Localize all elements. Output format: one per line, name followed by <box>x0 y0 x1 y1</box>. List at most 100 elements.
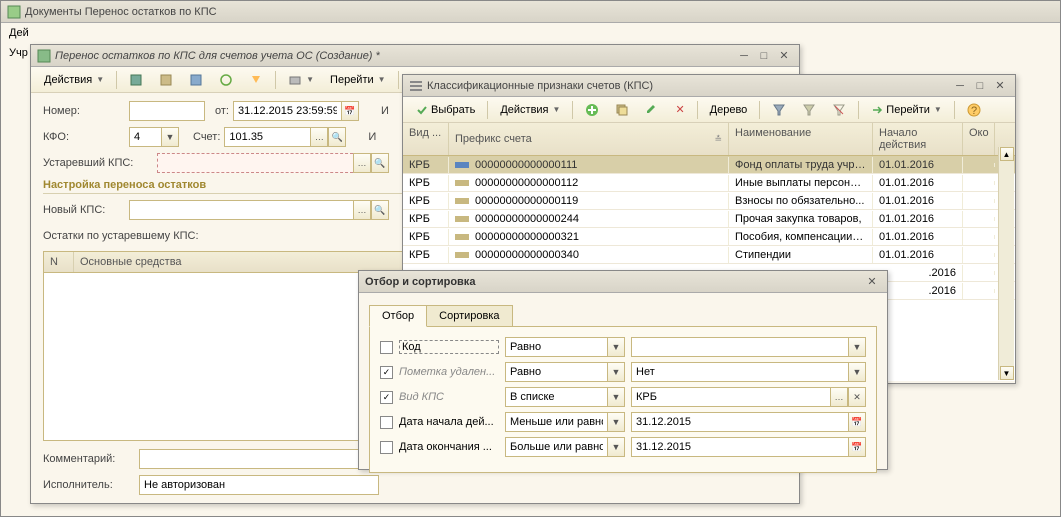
close-button[interactable]: ✕ <box>775 48 793 64</box>
filter-op-input[interactable] <box>505 362 607 382</box>
filter-op-dropdown[interactable]: ▼ <box>607 437 625 457</box>
tb-icon-1[interactable] <box>122 70 150 90</box>
minimize-button[interactable]: ─ <box>735 48 753 64</box>
edit-row-icon[interactable] <box>638 100 666 120</box>
filter-val-input[interactable] <box>631 412 848 432</box>
kfo-dropdown[interactable]: ▼ <box>161 127 179 147</box>
filter-field: Вид КПС <box>399 391 499 403</box>
kps-close[interactable]: ✕ <box>991 78 1009 94</box>
kfo-input[interactable] <box>129 127 161 147</box>
filter-val-calendar[interactable]: 📅 <box>848 437 866 457</box>
new-kps-select[interactable]: … <box>353 200 371 220</box>
filter-val-input[interactable] <box>631 437 848 457</box>
old-kps-open[interactable]: 🔍 <box>371 153 389 173</box>
refresh-icon[interactable] <box>212 70 240 90</box>
account-label: Счет: <box>193 131 220 143</box>
table-row[interactable]: КРБ00000000000000340Стипендии01.01.2016 <box>403 246 1015 264</box>
filter-op-dropdown[interactable]: ▼ <box>607 362 625 382</box>
tab-filter[interactable]: Отбор <box>369 305 427 327</box>
col-kind[interactable]: Вид ... <box>403 123 449 155</box>
account-select-button[interactable]: … <box>310 127 328 147</box>
filter-op-input[interactable] <box>505 437 607 457</box>
filter-titlebar: Отбор и сортировка ✕ <box>359 271 887 293</box>
account-input[interactable] <box>224 127 310 147</box>
kps-minimize[interactable]: ─ <box>951 78 969 94</box>
tb-icon-3[interactable] <box>182 70 210 90</box>
table-row[interactable]: КРБ00000000000000244Прочая закупка товар… <box>403 210 1015 228</box>
clear-filter-icon[interactable] <box>825 100 853 120</box>
doc-go-menu[interactable]: Перейти▼ <box>323 71 393 89</box>
tb-icon-2[interactable] <box>152 70 180 90</box>
filter-op-input[interactable] <box>505 387 607 407</box>
filter-val-input[interactable] <box>631 337 848 357</box>
cell-prefix: 00000000000000111 <box>449 157 729 173</box>
filter-op-input[interactable] <box>505 337 607 357</box>
add-icon[interactable] <box>578 100 606 120</box>
filter-op-dropdown[interactable]: ▼ <box>607 387 625 407</box>
filter-checkbox[interactable] <box>380 416 393 429</box>
cell-start: 01.01.2016 <box>873 247 963 263</box>
filter-checkbox[interactable] <box>380 441 393 454</box>
tree-button[interactable]: Дерево <box>703 101 755 119</box>
filter-close[interactable]: ✕ <box>863 274 881 290</box>
table-row[interactable]: КРБ00000000000000112Иные выплаты персона… <box>403 174 1015 192</box>
new-kps-input[interactable] <box>129 200 353 220</box>
filter-settings-icon[interactable] <box>795 100 823 120</box>
new-kps-open[interactable]: 🔍 <box>371 200 389 220</box>
account-open-button[interactable]: 🔍 <box>328 127 346 147</box>
number-input[interactable] <box>129 101 205 121</box>
executor-input[interactable] <box>139 475 379 495</box>
actions-menu[interactable]: Действия▼ <box>37 71 111 89</box>
delete-row-icon[interactable]: ✕ <box>668 100 691 119</box>
scroll-down-icon[interactable]: ▼ <box>1000 366 1014 380</box>
tb-icon-6[interactable]: ▼ <box>281 70 321 90</box>
tb-icon-5[interactable] <box>242 70 270 90</box>
bg-label-partial: Учр <box>9 47 28 59</box>
cell-prefix: 00000000000000321 <box>449 229 729 245</box>
filter-val-input[interactable] <box>631 387 830 407</box>
table-row[interactable]: КРБ00000000000000321Пособия, компенсации… <box>403 228 1015 246</box>
filter-checkbox[interactable]: ✓ <box>380 366 393 379</box>
kfo-label: КФО: <box>43 131 125 143</box>
kps-actions-menu[interactable]: Действия▼ <box>493 101 567 119</box>
filter-checkbox[interactable]: ✓ <box>380 391 393 404</box>
col-start[interactable]: Начало действия <box>873 123 963 155</box>
old-kps-select[interactable]: … <box>353 153 371 173</box>
filter-row: ✓ Вид КПС ▼ …✕ <box>380 387 866 407</box>
date-input[interactable] <box>233 101 341 121</box>
filter-checkbox[interactable] <box>380 341 393 354</box>
col-n: N <box>44 252 74 272</box>
col-name[interactable]: Наименование <box>729 123 873 155</box>
filter-val-select[interactable]: … <box>830 387 848 407</box>
filter-op-dropdown[interactable]: ▼ <box>607 412 625 432</box>
filter-op-dropdown[interactable]: ▼ <box>607 337 625 357</box>
filter-val-input[interactable] <box>631 362 848 382</box>
table-row[interactable]: КРБ00000000000000119Взносы по обязательн… <box>403 192 1015 210</box>
col-end[interactable]: Око <box>963 123 995 155</box>
select-button[interactable]: Выбрать <box>409 101 482 119</box>
date-calendar-button[interactable]: 📅 <box>341 101 359 121</box>
cell-name: Иные выплаты персоналу... <box>729 175 873 191</box>
filter-val-dropdown[interactable]: ▼ <box>848 337 866 357</box>
kps-titlebar: Классификационные признаки счетов (КПС) … <box>403 75 1015 97</box>
filter-op-input[interactable] <box>505 412 607 432</box>
filter-row: ✓Пометка удален...▼▼ <box>380 362 866 382</box>
col-prefix[interactable]: Префикс счета≛ <box>449 123 729 155</box>
filter-val-clear[interactable]: ✕ <box>848 387 866 407</box>
maximize-button[interactable]: □ <box>755 48 773 64</box>
kps-scrollbar[interactable]: ▲ ▼ <box>998 147 1014 380</box>
doc-titlebar: Перенос остатков по КПС для счетов учета… <box>31 45 799 67</box>
kps-maximize[interactable]: □ <box>971 78 989 94</box>
tab-sort[interactable]: Сортировка <box>426 305 512 327</box>
filter-val-calendar[interactable]: 📅 <box>848 412 866 432</box>
kps-go-menu[interactable]: Перейти▼ <box>864 101 949 119</box>
filter-icon[interactable] <box>765 100 793 120</box>
filter-val-dropdown[interactable]: ▼ <box>848 362 866 382</box>
help-icon[interactable]: ? <box>960 100 988 120</box>
scroll-up-icon[interactable]: ▲ <box>1000 147 1014 161</box>
cell-kind: КРБ <box>403 157 449 173</box>
copy-icon[interactable] <box>608 100 636 120</box>
bg-title: Документы Перенос остатков по КПС <box>25 6 1054 18</box>
old-kps-input[interactable] <box>157 153 353 173</box>
table-row[interactable]: КРБ00000000000000111Фонд оплаты труда уч… <box>403 156 1015 174</box>
